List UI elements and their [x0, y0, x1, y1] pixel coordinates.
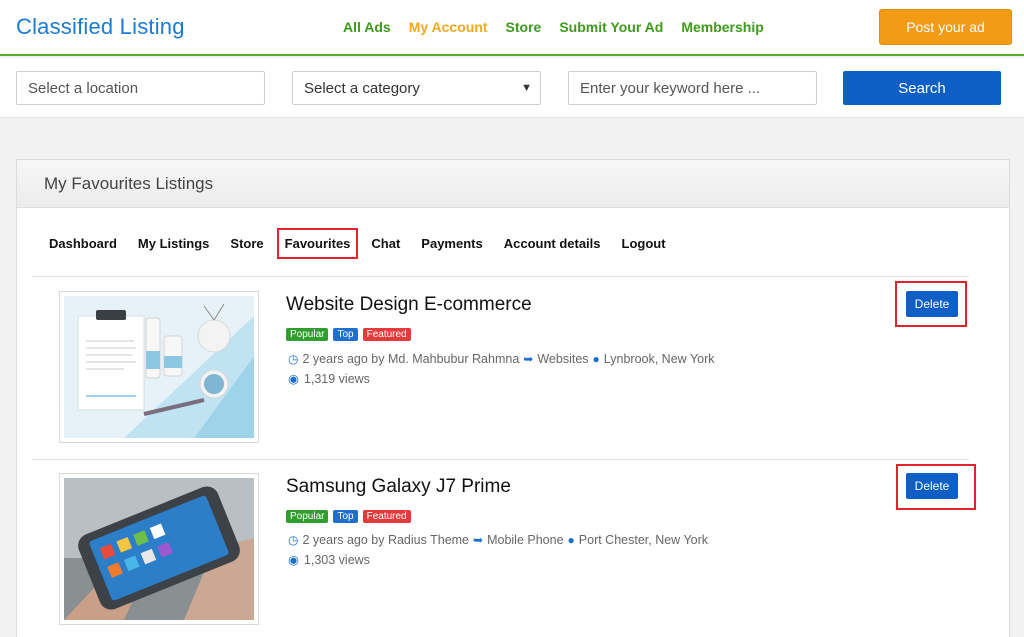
divider — [32, 459, 969, 460]
listing-category[interactable]: Mobile Phone — [487, 533, 563, 547]
views-count: 1,319 views — [303, 371, 370, 386]
nav-submit-your-ad[interactable]: Submit Your Ad — [559, 19, 663, 35]
tab-my-listings[interactable]: My Listings — [138, 236, 210, 251]
keyword-input[interactable]: Enter your keyword here ... — [568, 71, 817, 105]
listing-location: Port Chester, New York — [578, 533, 709, 547]
listing-posted: 2 years ago by Md. Mahbubur Rahmna — [302, 352, 520, 366]
category-select[interactable]: Select a category ▼ — [292, 71, 541, 105]
site-logo[interactable]: Classified Listing — [16, 14, 185, 40]
account-tabs: Dashboard My Listings Store Favourites C… — [49, 228, 666, 259]
nav-all-ads[interactable]: All Ads — [343, 19, 391, 35]
location-placeholder: Select a location — [28, 79, 139, 97]
listing-thumbnail[interactable] — [59, 291, 259, 443]
tag-icon: ➥ — [523, 352, 534, 366]
list-item: Website Design E-commerce Popular Top Fe… — [32, 277, 969, 459]
clock-icon: ◷ — [288, 533, 299, 547]
main-nav: All Ads My Account Store Submit Your Ad … — [343, 19, 764, 35]
listing-meta: ◷ 2 years ago by Md. Mahbubur Rahmna ➥ W… — [288, 352, 715, 366]
panel-header: My Favourites Listings — [17, 160, 1009, 208]
listing-title[interactable]: Website Design E-commerce — [286, 294, 532, 316]
product-image — [64, 296, 254, 438]
nav-membership[interactable]: Membership — [681, 19, 763, 35]
badge-group: Popular Top Featured — [286, 328, 411, 341]
tab-store[interactable]: Store — [230, 236, 263, 251]
chevron-down-icon: ▼ — [521, 82, 532, 94]
search-button[interactable]: Search — [843, 71, 1001, 105]
delete-button[interactable]: Delete — [906, 291, 958, 317]
search-bar: Select a location Select a category ▼ En… — [0, 58, 1024, 118]
badge-featured: Featured — [362, 328, 411, 341]
site-header: Classified Listing All Ads My Account St… — [0, 0, 1024, 56]
map-pin-icon: ● — [567, 533, 575, 547]
tab-chat[interactable]: Chat — [371, 236, 400, 251]
badge-popular: Popular — [286, 510, 329, 523]
listing-category[interactable]: Websites — [537, 352, 588, 366]
listing-posted: 2 years ago by Radius Theme — [302, 533, 470, 547]
eye-icon: ◉ — [288, 372, 299, 386]
keyword-placeholder: Enter your keyword here ... — [580, 79, 761, 97]
tab-logout[interactable]: Logout — [622, 236, 666, 251]
clock-icon: ◷ — [288, 352, 299, 366]
nav-store[interactable]: Store — [506, 19, 542, 35]
list-item: Samsung Galaxy J7 Prime Popular Top Feat… — [32, 459, 976, 637]
listing-title[interactable]: Samsung Galaxy J7 Prime — [286, 476, 511, 498]
badge-featured: Featured — [362, 510, 411, 523]
views-count: 1,303 views — [303, 552, 370, 567]
map-pin-icon: ● — [592, 352, 600, 366]
location-select[interactable]: Select a location — [16, 71, 265, 105]
nav-my-account[interactable]: My Account — [409, 19, 488, 35]
eye-icon: ◉ — [288, 553, 299, 567]
badge-group: Popular Top Featured — [286, 510, 411, 523]
listing-views: ◉ 1,303 views — [288, 552, 370, 568]
category-value: Select a category — [304, 79, 420, 97]
listing-thumbnail[interactable] — [59, 473, 259, 625]
badge-popular: Popular — [286, 328, 329, 341]
listing-views: ◉ 1,319 views — [288, 371, 370, 387]
tab-account-details[interactable]: Account details — [504, 236, 601, 251]
listing-location: Lynbrook, New York — [603, 352, 715, 366]
favourites-panel: My Favourites Listings Dashboard My List… — [16, 159, 1010, 637]
tab-dashboard[interactable]: Dashboard — [49, 236, 117, 251]
delete-button[interactable]: Delete — [906, 473, 958, 499]
tag-icon: ➥ — [473, 533, 484, 547]
listing-meta: ◷ 2 years ago by Radius Theme ➥ Mobile P… — [288, 533, 708, 547]
badge-top: Top — [333, 328, 358, 341]
tab-favourites[interactable]: Favourites — [276, 228, 359, 259]
post-your-ad-button[interactable]: Post your ad — [879, 9, 1012, 45]
product-image — [64, 478, 254, 620]
badge-top: Top — [333, 510, 358, 523]
panel-title: My Favourites Listings — [44, 173, 214, 193]
tab-payments[interactable]: Payments — [421, 236, 482, 251]
